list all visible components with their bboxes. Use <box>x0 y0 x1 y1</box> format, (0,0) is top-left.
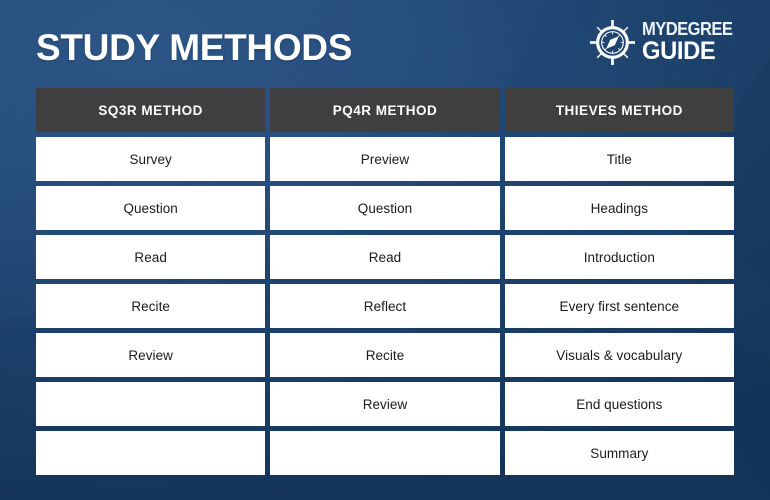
table-cell: Recite <box>36 284 266 328</box>
study-methods-table: SQ3R METHOD PQ4R METHOD THIEVES METHOD Surv… <box>36 88 734 475</box>
table-header-row: SQ3R METHOD PQ4R METHOD THIEVES METHOD <box>36 88 734 132</box>
table-cell: Read <box>36 235 266 279</box>
compass-icon <box>589 19 635 65</box>
table-cell: Summary <box>504 431 734 475</box>
table-row: Recite Reflect Every first sentence <box>36 284 734 328</box>
table-cell: Reflect <box>270 284 500 328</box>
brand-wordmark: MYDEGREE GUIDE <box>642 20 740 64</box>
table-cell: End questions <box>504 382 734 426</box>
table-cell: Read <box>270 235 500 279</box>
table-cell: Every first sentence <box>504 284 734 328</box>
table-cell: Recite <box>270 333 500 377</box>
table-cell: Question <box>270 186 500 230</box>
brand-logo: MYDEGREE GUIDE <box>589 18 740 66</box>
table-row: Summary <box>36 431 734 475</box>
table-cell-empty <box>36 382 266 426</box>
brand-line-1: MYDEGREE <box>641 19 733 39</box>
column-header: PQ4R METHOD <box>270 88 500 132</box>
page-title: STUDY METHODS <box>36 27 353 68</box>
table-cell: Visuals & vocabulary <box>504 333 734 377</box>
header: STUDY METHODS MYDEGREE GUIDE <box>0 0 770 88</box>
table-cell: Survey <box>36 137 266 181</box>
table-row: Review Recite Visuals & vocabulary <box>36 333 734 377</box>
brand-line-2: GUIDE <box>641 37 716 65</box>
table-row: Review End questions <box>36 382 734 426</box>
table-cell-empty <box>270 431 500 475</box>
table-cell: Introduction <box>504 235 734 279</box>
column-header: THIEVES METHOD <box>504 88 734 132</box>
table-row: Survey Preview Title <box>36 137 734 181</box>
table-cell: Title <box>504 137 734 181</box>
table-row: Question Question Headings <box>36 186 734 230</box>
table-cell: Preview <box>270 137 500 181</box>
poster: STUDY METHODS MYDEGREE GUIDE SQ3R METHOD… <box>0 0 770 500</box>
column-header: SQ3R METHOD <box>36 88 266 132</box>
table-row: Read Read Introduction <box>36 235 734 279</box>
table-cell: Question <box>36 186 266 230</box>
table-cell-empty <box>36 431 266 475</box>
table-cell: Headings <box>504 186 734 230</box>
table-cell: Review <box>36 333 266 377</box>
table-cell: Review <box>270 382 500 426</box>
